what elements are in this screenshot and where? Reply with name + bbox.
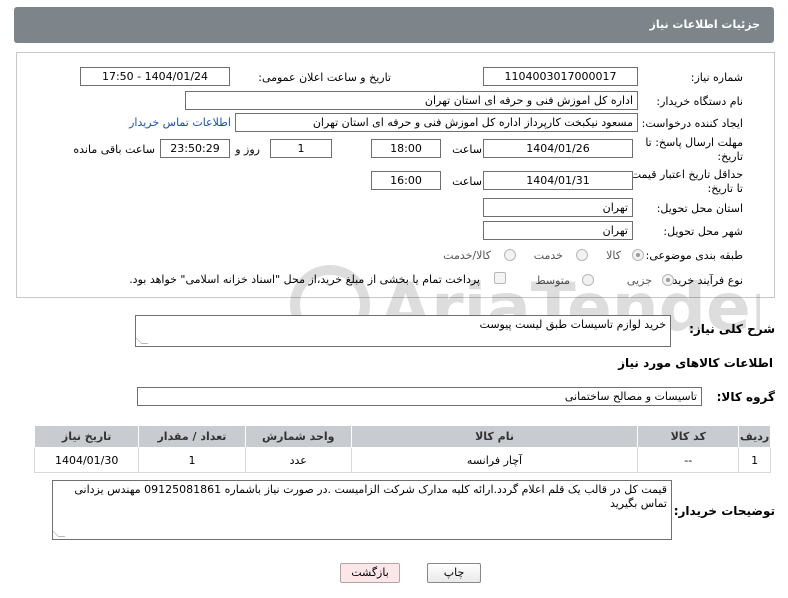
col-qty: تعداد / مقدار [138, 425, 246, 448]
buyer-org-label: نام دستگاه خریدار: [656, 95, 743, 108]
category-label: طبقه بندی موضوعی: [645, 249, 743, 262]
validity-date-field: 1404/01/31 [483, 171, 633, 190]
days-label: روز و [235, 143, 260, 156]
need-number-field: 1104003017000017 [483, 67, 638, 86]
creator-field: مسعود نیکبخت کارپرداز اداره کل اموزش فنی… [235, 113, 638, 132]
creator-label: ایجاد کننده درخواست: [641, 117, 743, 130]
category-radio-goods[interactable] [632, 249, 644, 261]
cell-code: -- [637, 447, 740, 473]
deadline-time-field: 18:00 [371, 139, 441, 158]
deadline-label-2: تاریخ: [717, 150, 743, 163]
buyer-org-field: اداره کل اموزش فنی و حرفه ای استان تهران [185, 91, 638, 110]
page-title: جزئیات اطلاعات نیاز [649, 18, 761, 31]
goods-table: ردیف کد کالا نام کالا واحد شمارش تعداد /… [33, 425, 771, 473]
payment-note: پرداخت تمام یا بخشی از مبلغ خرید،از محل … [129, 273, 480, 286]
validity-time-field: 16:00 [371, 171, 441, 190]
goods-section-title: اطلاعات کالاهای مورد نیاز [618, 356, 773, 370]
category-option-service: خدمت [533, 249, 563, 262]
goods-table-header: ردیف کد کالا نام کالا واحد شمارش تعداد /… [33, 425, 771, 448]
resize-handle-icon [136, 337, 149, 344]
deadline-time-label: ساعت [452, 143, 482, 156]
category-radio-both[interactable] [504, 249, 516, 261]
category-radio-service[interactable] [576, 249, 588, 261]
cell-name: آچار فرانسه [350, 447, 639, 473]
goods-group-label: گروه کالا: [716, 390, 775, 404]
announce-date-field: 1404/01/24 - 17:50 [80, 67, 230, 86]
remaining-label: ساعت باقی مانده [73, 143, 155, 156]
description-text: خرید لوازم تاسیسات طبق لیست پیوست [479, 318, 666, 331]
description-textarea: خرید لوازم تاسیسات طبق لیست پیوست [135, 315, 671, 347]
table-row: 1 -- آچار فرانسه عدد 1 1404/01/30 [33, 447, 771, 473]
days-field: 1 [270, 139, 332, 158]
goods-group-field: تاسیسات و مصالح ساختمانی [137, 387, 702, 406]
col-date: تاریخ نیاز [33, 425, 140, 448]
need-number-label: شماره نیاز: [690, 71, 743, 84]
process-radio-medium[interactable] [582, 274, 594, 286]
process-label: نوع فرآیند خرید : [665, 274, 743, 287]
cell-unit: عدد [244, 447, 352, 473]
buyer-notes-label: توضیحات خریدار: [673, 504, 775, 518]
validity-label: حداقل تاریخ اعتبار قیمت: [627, 168, 743, 181]
validity-time-label: ساعت [452, 175, 482, 188]
category-option-goods: کالا [606, 249, 621, 262]
delivery-province-field: تهران [483, 198, 633, 217]
cell-row: 1 [738, 447, 771, 473]
col-row: ردیف [738, 425, 771, 448]
print-button[interactable]: چاپ [427, 563, 481, 583]
buyer-notes-textarea: قیمت کل در قالب یک قلم اعلام گردد.ارائه … [52, 480, 672, 540]
deadline-date-field: 1404/01/26 [483, 139, 633, 158]
delivery-city-label: شهر محل تحویل: [663, 225, 743, 238]
back-button[interactable]: بازگشت [340, 563, 400, 583]
remaining-time-field: 23:50:29 [160, 139, 230, 158]
announce-label: تاریخ و ساعت اعلان عمومی: [258, 71, 391, 84]
description-label: شرح کلی نیاز: [689, 322, 775, 336]
deadline-label: مهلت ارسال پاسخ: تا [645, 136, 743, 149]
resize-handle-icon [53, 530, 66, 537]
process-option-medium: متوسط [535, 274, 570, 287]
buyer-notes-text: قیمت کل در قالب یک قلم اعلام گردد.ارائه … [74, 483, 667, 510]
col-name: نام کالا [350, 425, 639, 448]
treasury-payment-checkbox[interactable] [494, 272, 506, 284]
process-option-minor: جزیی [626, 274, 652, 287]
col-unit: واحد شمارش [244, 425, 352, 448]
category-option-both: کالا/خدمت [443, 249, 491, 262]
col-code: کد کالا [637, 425, 740, 448]
delivery-city-field: تهران [483, 221, 633, 240]
header-bar: جزئیات اطلاعات نیاز [14, 7, 774, 43]
buyer-contact-link[interactable]: اطلاعات تماس خریدار [129, 116, 231, 129]
validity-label-2: تا تاریخ: [707, 182, 743, 195]
delivery-province-label: استان محل تحویل: [656, 202, 743, 215]
cell-qty: 1 [138, 447, 246, 473]
cell-date: 1404/01/30 [33, 447, 140, 473]
process-radio-minor[interactable] [662, 274, 674, 286]
